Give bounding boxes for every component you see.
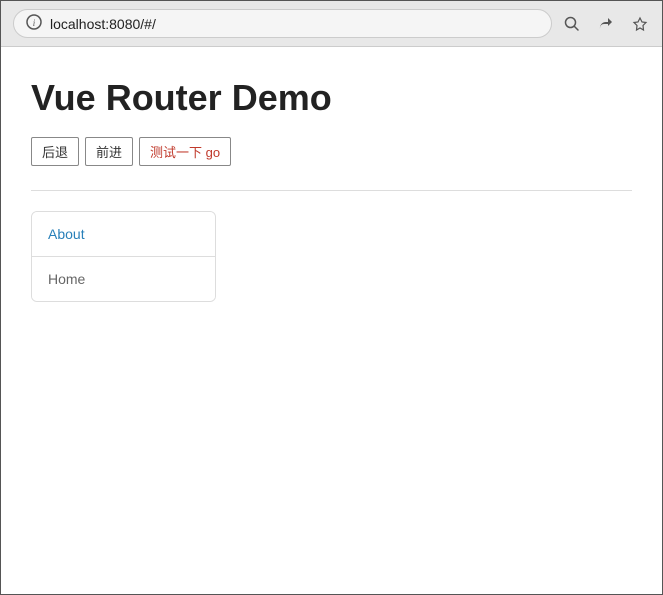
search-button[interactable] xyxy=(562,14,582,34)
back-button[interactable]: 后退 xyxy=(31,137,79,166)
route-item-home[interactable]: Home xyxy=(32,257,215,301)
share-button[interactable] xyxy=(596,14,616,34)
page-title: Vue Router Demo xyxy=(31,77,632,119)
address-text: localhost:8080/#/ xyxy=(50,16,539,32)
browser-action-icons xyxy=(562,14,650,34)
go-button[interactable]: 测试一下 go xyxy=(139,137,231,166)
svg-text:i: i xyxy=(33,18,36,28)
forward-button[interactable]: 前进 xyxy=(85,137,133,166)
route-item-about[interactable]: About xyxy=(32,212,215,257)
info-icon: i xyxy=(26,14,42,33)
page-content: Vue Router Demo 后退 前进 测试一下 go About Home xyxy=(1,47,662,322)
route-list: About Home xyxy=(31,211,216,302)
nav-buttons: 后退 前进 测试一下 go xyxy=(31,137,632,166)
address-bar[interactable]: i localhost:8080/#/ xyxy=(13,9,552,38)
browser-chrome: i localhost:8080/#/ xyxy=(1,1,662,47)
section-divider xyxy=(31,190,632,191)
bookmark-button[interactable] xyxy=(630,14,650,34)
